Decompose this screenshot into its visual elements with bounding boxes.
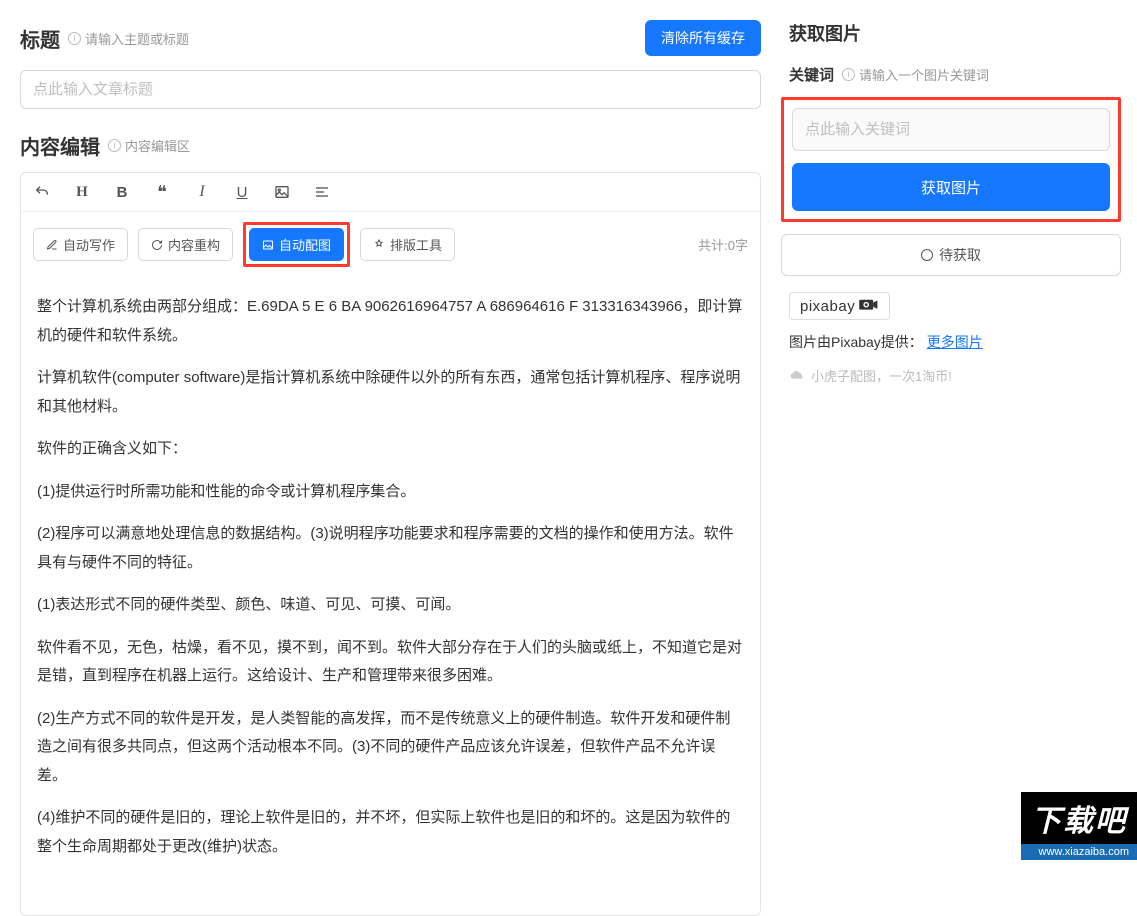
heading-icon[interactable]: H [73, 183, 91, 201]
restructure-button[interactable]: 内容重构 [138, 228, 233, 261]
keyword-input[interactable] [792, 108, 1110, 151]
highlight-auto-image: 自动配图 [243, 222, 350, 267]
keyword-hint: 请输入一个图片关键词 [859, 65, 989, 84]
tagline: 小虎子配图，一次1淘币! [781, 366, 1121, 385]
editor-paragraph: 整个计算机系统由两部分组成：E.69DA 5 E 6 BA 9062616964… [37, 293, 744, 350]
article-title-input[interactable] [20, 70, 761, 109]
layout-tool-label: 排版工具 [390, 235, 442, 254]
auto-image-button[interactable]: 自动配图 [249, 228, 344, 261]
title-section-header: 标题 i 请输入主题或标题 清除所有缓存 [20, 20, 761, 56]
auto-write-label: 自动写作 [63, 235, 115, 254]
info-icon: i [108, 139, 121, 152]
tagline-text: 小虎子配图，一次1淘币! [811, 366, 952, 385]
align-left-icon[interactable] [313, 183, 331, 201]
pixabay-badge: pixabay [789, 292, 890, 320]
highlight-keyword-panel: 获取图片 [781, 97, 1121, 222]
image-icon[interactable] [273, 183, 291, 201]
editor-paragraph: 计算机软件(computer software)是指计算机系统中除硬件以外的所有… [37, 364, 744, 421]
underline-icon[interactable]: U [233, 183, 251, 201]
editor-paragraph: (2)程序可以满意地处理信息的数据结构。(3)说明程序功能要求和程序需要的文档的… [37, 520, 744, 577]
italic-icon[interactable]: I [193, 183, 211, 201]
title-hint: 请输入主题或标题 [85, 29, 189, 48]
provided-prefix: 图片由Pixabay提供： [789, 334, 923, 350]
undo-icon[interactable] [33, 183, 51, 201]
content-hint: 内容编辑区 [125, 136, 190, 155]
keyword-label: 关键词 [789, 64, 834, 85]
action-toolbar: 自动写作 内容重构 自动配图 排版工具 共计:0字 [21, 212, 760, 277]
quote-icon[interactable]: ❝ [153, 183, 171, 201]
pixabay-text: pixabay [800, 298, 855, 315]
editor-paragraph: (4)维护不同的硬件是旧的，理论上软件是旧的，并不坏，但实际上软件也是旧的和坏的… [37, 804, 744, 861]
format-toolbar: H B ❝ I U [21, 173, 760, 212]
editor-paragraph: (2)生产方式不同的软件是开发，是人类智能的高发挥，而不是传统意义上的硬件制造。… [37, 705, 744, 791]
watermark-text: 下载吧 [1021, 792, 1137, 844]
watermark-url: www.xiazaiba.com [1021, 844, 1137, 860]
info-icon: i [68, 32, 81, 45]
keyword-header: 关键词 i 请输入一个图片关键词 [781, 64, 1121, 85]
image-panel-title: 获取图片 [781, 20, 1121, 46]
word-count: 共计:0字 [698, 235, 748, 254]
content-section-header: 内容编辑 i 内容编辑区 [20, 131, 761, 160]
auto-write-button[interactable]: 自动写作 [33, 228, 128, 261]
provided-by: 图片由Pixabay提供： 更多图片 [781, 332, 1121, 352]
watermark: 下载吧 www.xiazaiba.com [1021, 792, 1137, 860]
layout-tool-button[interactable]: 排版工具 [360, 228, 455, 261]
more-images-link[interactable]: 更多图片 [927, 334, 983, 350]
fetch-image-button[interactable]: 获取图片 [792, 163, 1110, 211]
camera-icon [859, 297, 879, 315]
editor-paragraph: 软件看不见，无色，枯燥，看不见，摸不到，闻不到。软件大部分存在于人们的头脑或纸上… [37, 634, 744, 691]
editor-paragraph: (1)提供运行时所需功能和性能的命令或计算机程序集合。 [37, 478, 744, 507]
info-icon: i [842, 68, 855, 81]
editor-content[interactable]: 整个计算机系统由两部分组成：E.69DA 5 E 6 BA 9062616964… [21, 277, 760, 915]
editor-paragraph: 软件的正确含义如下： [37, 435, 744, 464]
bold-icon[interactable]: B [113, 183, 131, 201]
editor-paragraph: (1)表达形式不同的硬件类型、颜色、味道、可见、可摸、可闻。 [37, 591, 744, 620]
clear-cache-button[interactable]: 清除所有缓存 [645, 20, 761, 56]
pending-button[interactable]: 待获取 [781, 234, 1121, 276]
cloud-icon [789, 368, 805, 383]
content-label: 内容编辑 [20, 131, 100, 160]
editor-container: H B ❝ I U 自动写作 内容重构 [20, 172, 761, 916]
auto-image-label: 自动配图 [279, 235, 331, 254]
title-label: 标题 [20, 24, 60, 53]
pending-label: 待获取 [939, 245, 981, 265]
circle-icon [921, 249, 933, 261]
restructure-label: 内容重构 [168, 235, 220, 254]
